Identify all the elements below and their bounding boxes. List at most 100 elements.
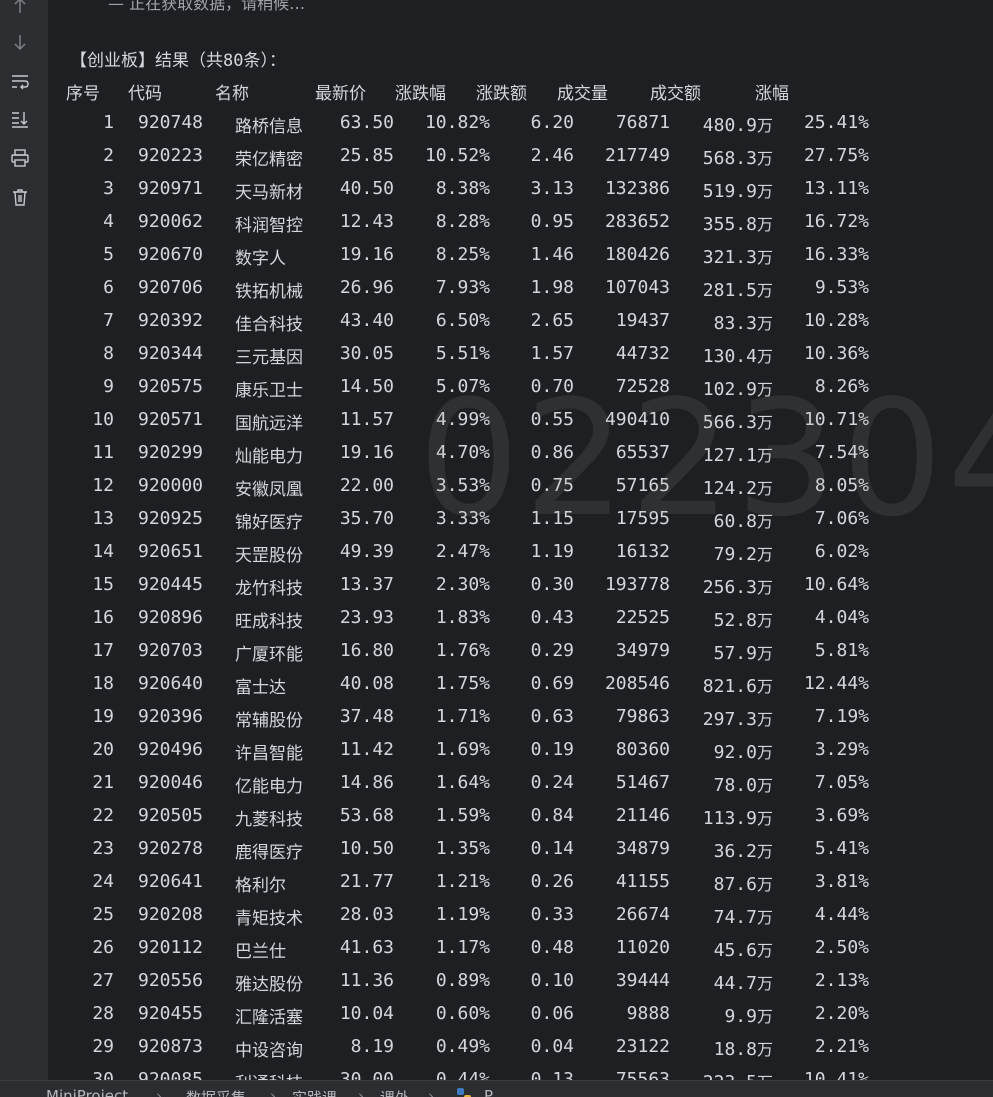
- stock-code: 920396: [138, 706, 204, 727]
- stock-name: 常辅股份: [235, 711, 303, 731]
- row-index: 3: [103, 178, 114, 199]
- change-percent: 2.30%: [435, 574, 490, 595]
- rise-percent: 4.44%: [814, 904, 869, 925]
- python-file-icon[interactable]: [456, 1087, 472, 1097]
- stock-name: 许昌智能: [235, 744, 303, 764]
- latest-price: 13.37: [339, 574, 394, 595]
- stock-code: 920971: [138, 178, 204, 199]
- latest-price: 30.05: [339, 343, 394, 364]
- rise-percent: 7.05%: [814, 772, 869, 793]
- stock-name: 鹿得医疗: [235, 843, 303, 863]
- change-percent: 1.17%: [435, 937, 490, 958]
- breadcrumb-item-file[interactable]: P: [484, 1087, 493, 1097]
- turnover: 52.8万: [678, 607, 773, 631]
- turnover: 124.2万: [678, 475, 773, 499]
- table-row: 10 920571 国航远洋 11.57 4.99% 0.55 490410 566.3万 10…: [48, 409, 993, 442]
- breadcrumb-item-extra[interactable]: 课外: [380, 1087, 410, 1097]
- latest-price: 30.00: [339, 1069, 394, 1080]
- change-amount: 0.95: [530, 211, 574, 232]
- stock-name: 路桥信息: [235, 117, 303, 137]
- arrow-down-icon[interactable]: [8, 30, 32, 54]
- turnover-unit: 万: [757, 1073, 773, 1080]
- rise-percent: 10.28%: [803, 310, 869, 331]
- turnover-unit: 万: [756, 347, 773, 366]
- breadcrumb-item-data-collection[interactable]: 数据采集: [186, 1087, 246, 1097]
- stock-code: 920641: [138, 871, 204, 892]
- change-percent: 0.89%: [435, 970, 490, 991]
- turnover-value: 480.9: [702, 115, 757, 136]
- turnover: 87.6万: [678, 871, 773, 895]
- rise-percent: 27.75%: [803, 145, 869, 166]
- row-index: 28: [92, 1003, 114, 1024]
- breadcrumb-item-practice[interactable]: 实践课: [292, 1087, 337, 1097]
- turnover-unit: 万: [756, 182, 773, 201]
- row-index: 4: [103, 211, 114, 232]
- change-percent: 5.51%: [435, 343, 490, 364]
- turnover-unit: 万: [756, 1040, 773, 1059]
- row-index: 15: [92, 574, 114, 595]
- change-amount: 0.29: [530, 640, 574, 661]
- turnover-value: 83.3: [713, 313, 757, 334]
- print-icon[interactable]: [8, 146, 32, 170]
- breadcrumb-item-project[interactable]: MiniProject: [46, 1087, 128, 1097]
- change-percent: 10.82%: [424, 112, 490, 133]
- change-amount: 0.75: [530, 475, 574, 496]
- turnover-unit: 万: [756, 908, 773, 927]
- volume: 107043: [604, 277, 670, 298]
- stock-name: 格利尔: [235, 876, 286, 896]
- latest-price: 53.68: [339, 805, 394, 826]
- stock-name: 雅达股份: [235, 975, 303, 995]
- volume: 17595: [615, 508, 670, 529]
- stock-name: 佳合科技: [235, 315, 303, 335]
- rise-percent: 13.11%: [803, 178, 869, 199]
- latest-price: 10.04: [339, 1003, 394, 1024]
- scroll-to-end-icon[interactable]: [8, 107, 32, 131]
- stock-name: 富士达: [235, 678, 286, 698]
- latest-price: 14.86: [339, 772, 394, 793]
- row-index: 17: [92, 640, 114, 661]
- header-change-amt: 涨跌额: [476, 84, 527, 104]
- stock-name: 康乐卫士: [235, 381, 303, 401]
- volume: 34879: [615, 838, 670, 859]
- volume: 193778: [604, 574, 670, 595]
- console-output[interactable]: — 正在获取数据，请稍候… 【创业板】结果（共80条）： 序号 代码 名称 最新…: [48, 0, 993, 1080]
- change-percent: 8.38%: [435, 178, 490, 199]
- table-row: 21 920046 亿能电力 14.86 1.64% 0.24 51467 78.0万 7.05…: [48, 772, 993, 805]
- latest-price: 14.50: [339, 376, 394, 397]
- latest-price: 41.63: [339, 937, 394, 958]
- change-percent: 1.35%: [435, 838, 490, 859]
- latest-price: 28.03: [339, 904, 394, 925]
- table-row: 9 920575 康乐卫士 14.50 5.07% 0.70 72528 102.9万 8.26…: [48, 376, 993, 409]
- latest-price: 25.85: [339, 145, 394, 166]
- table-row: 5 920670 数字人 19.16 8.25% 1.46 180426 321.3万 16.3…: [48, 244, 993, 277]
- arrow-up-icon[interactable]: [8, 0, 32, 18]
- change-amount: 0.70: [530, 376, 574, 397]
- breadcrumb-separator: ›: [428, 1087, 434, 1097]
- table-row: 6 920706 铁拓机械 26.96 7.93% 1.98 107043 281.5万 9.5…: [48, 277, 993, 310]
- stock-code: 920505: [138, 805, 204, 826]
- volume: 75563: [615, 1069, 670, 1080]
- turnover-value: 821.6: [702, 676, 757, 697]
- trash-icon[interactable]: [8, 185, 32, 209]
- turnover-value: 130.4: [702, 346, 757, 367]
- stock-code: 920000: [138, 475, 204, 496]
- change-amount: 0.10: [530, 970, 574, 991]
- row-index: 24: [92, 871, 114, 892]
- change-amount: 0.30: [530, 574, 574, 595]
- header-rise: 涨幅: [755, 84, 789, 104]
- change-amount: 0.13: [530, 1069, 574, 1080]
- table-row: 28 920455 汇隆活塞 10.04 0.60% 0.06 9888 9.9万 2.20%: [48, 1003, 993, 1036]
- latest-price: 19.16: [339, 442, 394, 463]
- stock-name: 利通科技: [235, 1069, 303, 1080]
- latest-price: 23.93: [339, 607, 394, 628]
- soft-wrap-icon[interactable]: [8, 69, 32, 93]
- table-row: 30 920085 利通科技 30.00 0.44% 0.13 75563 223.5万 10.…: [48, 1069, 993, 1080]
- stock-code: 920640: [138, 673, 204, 694]
- table-row: 23 920278 鹿得医疗 10.50 1.35% 0.14 34879 36.2万 5.41…: [48, 838, 993, 871]
- volume: 21146: [615, 805, 670, 826]
- change-amount: 1.15: [530, 508, 574, 529]
- change-amount: 0.63: [530, 706, 574, 727]
- stock-name: 旺成科技: [235, 612, 303, 632]
- turnover: 127.1万: [678, 442, 773, 466]
- turnover: 18.8万: [678, 1036, 773, 1060]
